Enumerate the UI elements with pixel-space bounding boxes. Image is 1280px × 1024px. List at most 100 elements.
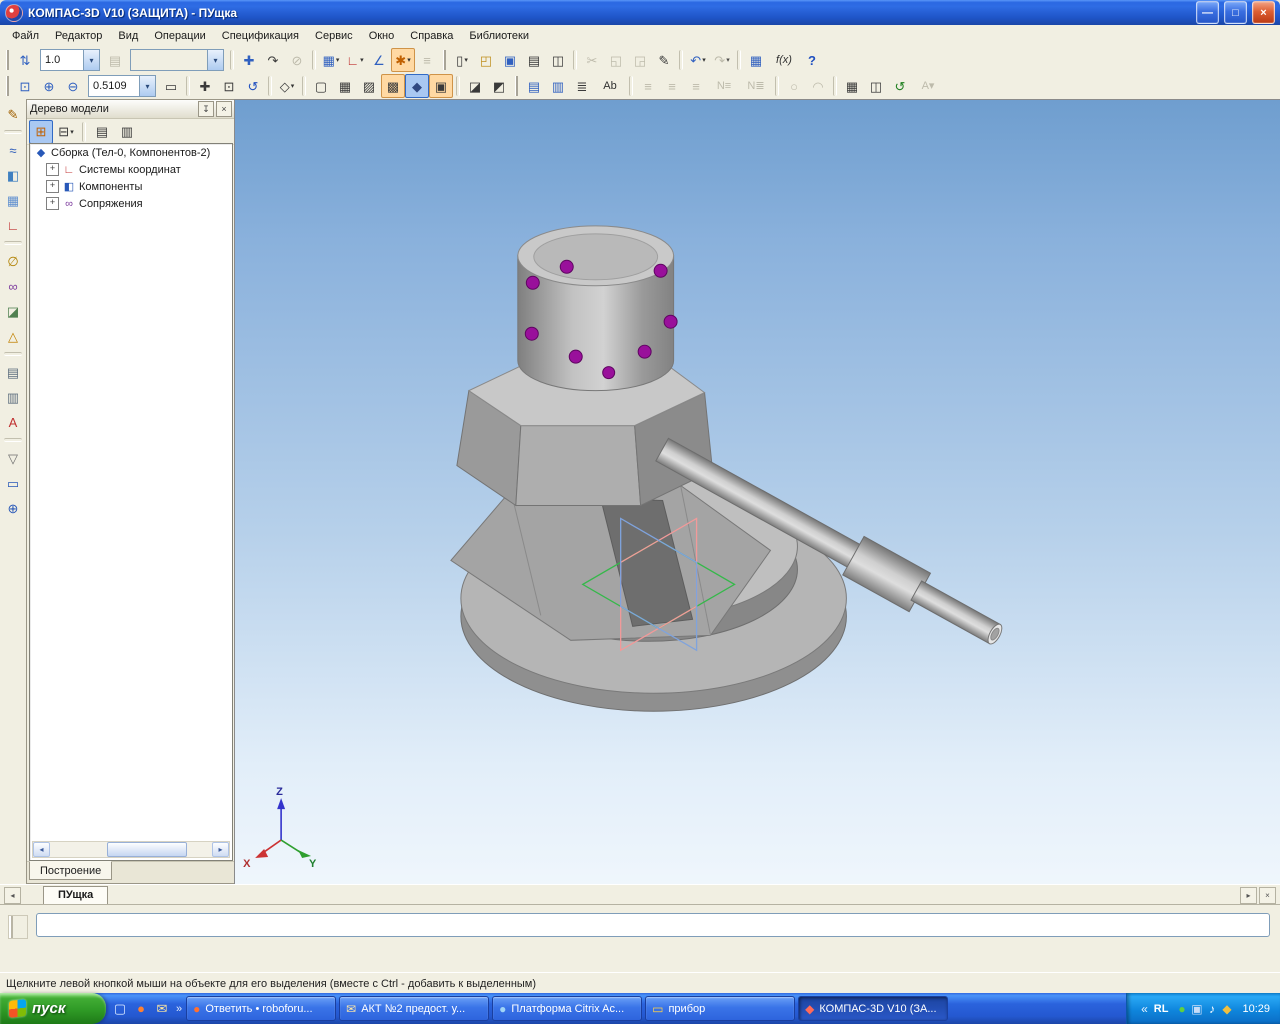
pin-icon[interactable]: ↧ [198,101,214,117]
tray-collapse-icon[interactable]: « [1141,1002,1148,1016]
zoom-out-icon[interactable]: ⊖ [61,74,85,98]
filters-icon[interactable]: ▽ [1,446,25,470]
spatial-curves-icon[interactable]: ≈ [1,138,25,162]
combo-arrow-icon[interactable]: ▾ [139,76,155,96]
edit-assembly-icon[interactable]: ✎ [1,102,25,126]
erase-icon[interactable]: ⊘ [285,48,309,72]
refresh-icon[interactable]: ↺ [888,74,912,98]
surfaces-icon[interactable]: ◧ [1,163,25,187]
simplified-icon[interactable]: ▣ [429,74,453,98]
separator[interactable] [4,130,22,134]
redo-icon[interactable]: ↷▾ [710,48,734,72]
separator[interactable] [268,76,272,96]
zoom-all-icon[interactable]: ▭ [159,74,183,98]
expand-icon[interactable]: + [46,180,59,193]
scrollbar-thumb[interactable] [107,842,187,857]
print-icon[interactable]: ▤ [522,48,546,72]
insert-object-icon[interactable]: ◫ [864,74,888,98]
menu-item[interactable]: Окно [361,27,403,45]
arrays-icon[interactable]: ▦ [1,188,25,212]
object-info-icon[interactable]: ▥ [115,120,139,144]
3d-viewport[interactable]: Z X Y [234,99,1280,884]
library-icon[interactable]: ▭ [1,471,25,495]
subscript-icon[interactable]: ◠ [806,74,830,98]
toolbar-grip[interactable] [515,76,518,96]
show-desktop-icon[interactable]: ▢ [111,1000,129,1018]
cannon-model[interactable] [451,226,1010,711]
select-icon[interactable]: ✚ [237,48,261,72]
update-tray-icon[interactable]: ◆ [1219,1001,1234,1016]
align-left-icon[interactable]: ≡ [636,74,660,98]
calculator-icon[interactable]: ▦ [744,48,768,72]
cannon-cylinder-head[interactable] [518,226,674,391]
message-input[interactable] [36,913,1270,937]
undo-icon[interactable]: ↶▾ [686,48,710,72]
scroll-left-icon[interactable]: ◂ [33,842,50,857]
separator[interactable] [4,352,22,356]
hidden-lines-thin-icon[interactable]: ▨ [357,74,381,98]
paste-icon[interactable]: ◲ [628,48,652,72]
maximize-button[interactable]: □ [1224,1,1247,24]
viewport-canvas[interactable]: Z X Y [235,100,1280,884]
hidden-lines-icon[interactable]: ▦ [333,74,357,98]
specification-icon[interactable]: ▤ [1,360,25,384]
scrollbar-track[interactable] [51,842,211,857]
preview-icon[interactable]: ◫ [546,48,570,72]
copy-icon[interactable]: ◱ [604,48,628,72]
task-citrix[interactable]: ● Платформа Citrix Ac... [492,996,642,1021]
current-step-combo[interactable]: 1.0 ▾ [40,49,100,71]
open-icon[interactable]: ◰ [474,48,498,72]
menu-item[interactable]: Файл [4,27,47,45]
rotate-view-icon[interactable]: ↺ [241,74,265,98]
menu-item[interactable]: Вид [110,27,146,45]
separator[interactable] [775,76,779,96]
spec-layers-icon[interactable]: ≣ [570,74,594,98]
browser-icon[interactable]: ● [132,1000,150,1018]
expand-icon[interactable]: + [46,197,59,210]
orientation-icon[interactable]: ◇▾ [275,74,299,98]
mates-icon[interactable]: ∞ [1,274,25,298]
tree-scrollbar[interactable]: ◂ ▸ [32,841,230,858]
separator[interactable] [456,76,460,96]
section-icon[interactable]: ◪ [1,299,25,323]
text-style-icon[interactable]: Ab [594,74,626,98]
tab-construction[interactable]: Построение [29,861,112,880]
insert-table-icon[interactable]: ▦ [840,74,864,98]
menu-item[interactable]: Библиотеки [461,27,537,45]
macro-icon[interactable]: ⊕ [1,496,25,520]
variables-icon[interactable]: f(x) [768,48,800,72]
cut-icon[interactable]: ✂ [580,48,604,72]
superscript-icon[interactable]: ○ [782,74,806,98]
measure-icon[interactable]: ∅ [1,249,25,273]
local-cs-icon[interactable]: ∟▾ [343,48,367,72]
separator[interactable] [573,50,577,70]
composition-icon[interactable]: ⊟▾ [54,120,78,144]
tabbar-close-icon[interactable]: × [1259,887,1276,904]
annotation-icon[interactable]: A [1,410,25,434]
current-step-icon[interactable]: ⇅ [13,48,37,72]
antivirus-tray-icon[interactable]: ● [1174,1001,1189,1016]
network-tray-icon[interactable]: ▣ [1189,1001,1204,1016]
toolbar-grip[interactable] [6,50,9,70]
start-button[interactable]: пуск [0,993,106,1024]
shaded-icon[interactable]: ▩ [381,74,405,98]
numbering-icon[interactable]: N≡ [708,74,740,98]
menu-item[interactable]: Операции [146,27,213,45]
menu-item[interactable]: Спецификация [214,27,307,45]
language-indicator[interactable]: RL [1154,1003,1169,1015]
separator[interactable] [230,50,234,70]
mail-icon[interactable]: ✉ [153,1000,171,1018]
tree-structure-icon[interactable]: ⊞ [29,120,53,144]
panel-close-icon[interactable]: × [216,101,232,117]
minimize-button[interactable]: — [1196,1,1219,24]
rotate-icon[interactable]: ↷ [261,48,285,72]
separator[interactable] [679,50,683,70]
task-akt[interactable]: ✉ АКТ №2 предост. у... [339,996,489,1021]
tree-item[interactable]: + ∞ Сопряжения [30,195,232,212]
volume-tray-icon[interactable]: ♪ [1204,1001,1219,1016]
spec-blocks-icon[interactable]: ▥ [546,74,570,98]
quick-launch-overflow-icon[interactable]: » [176,1003,182,1015]
spec-objects-icon[interactable]: ▤ [522,74,546,98]
separator[interactable] [312,50,316,70]
document-tab[interactable]: ПУщка [43,886,108,905]
